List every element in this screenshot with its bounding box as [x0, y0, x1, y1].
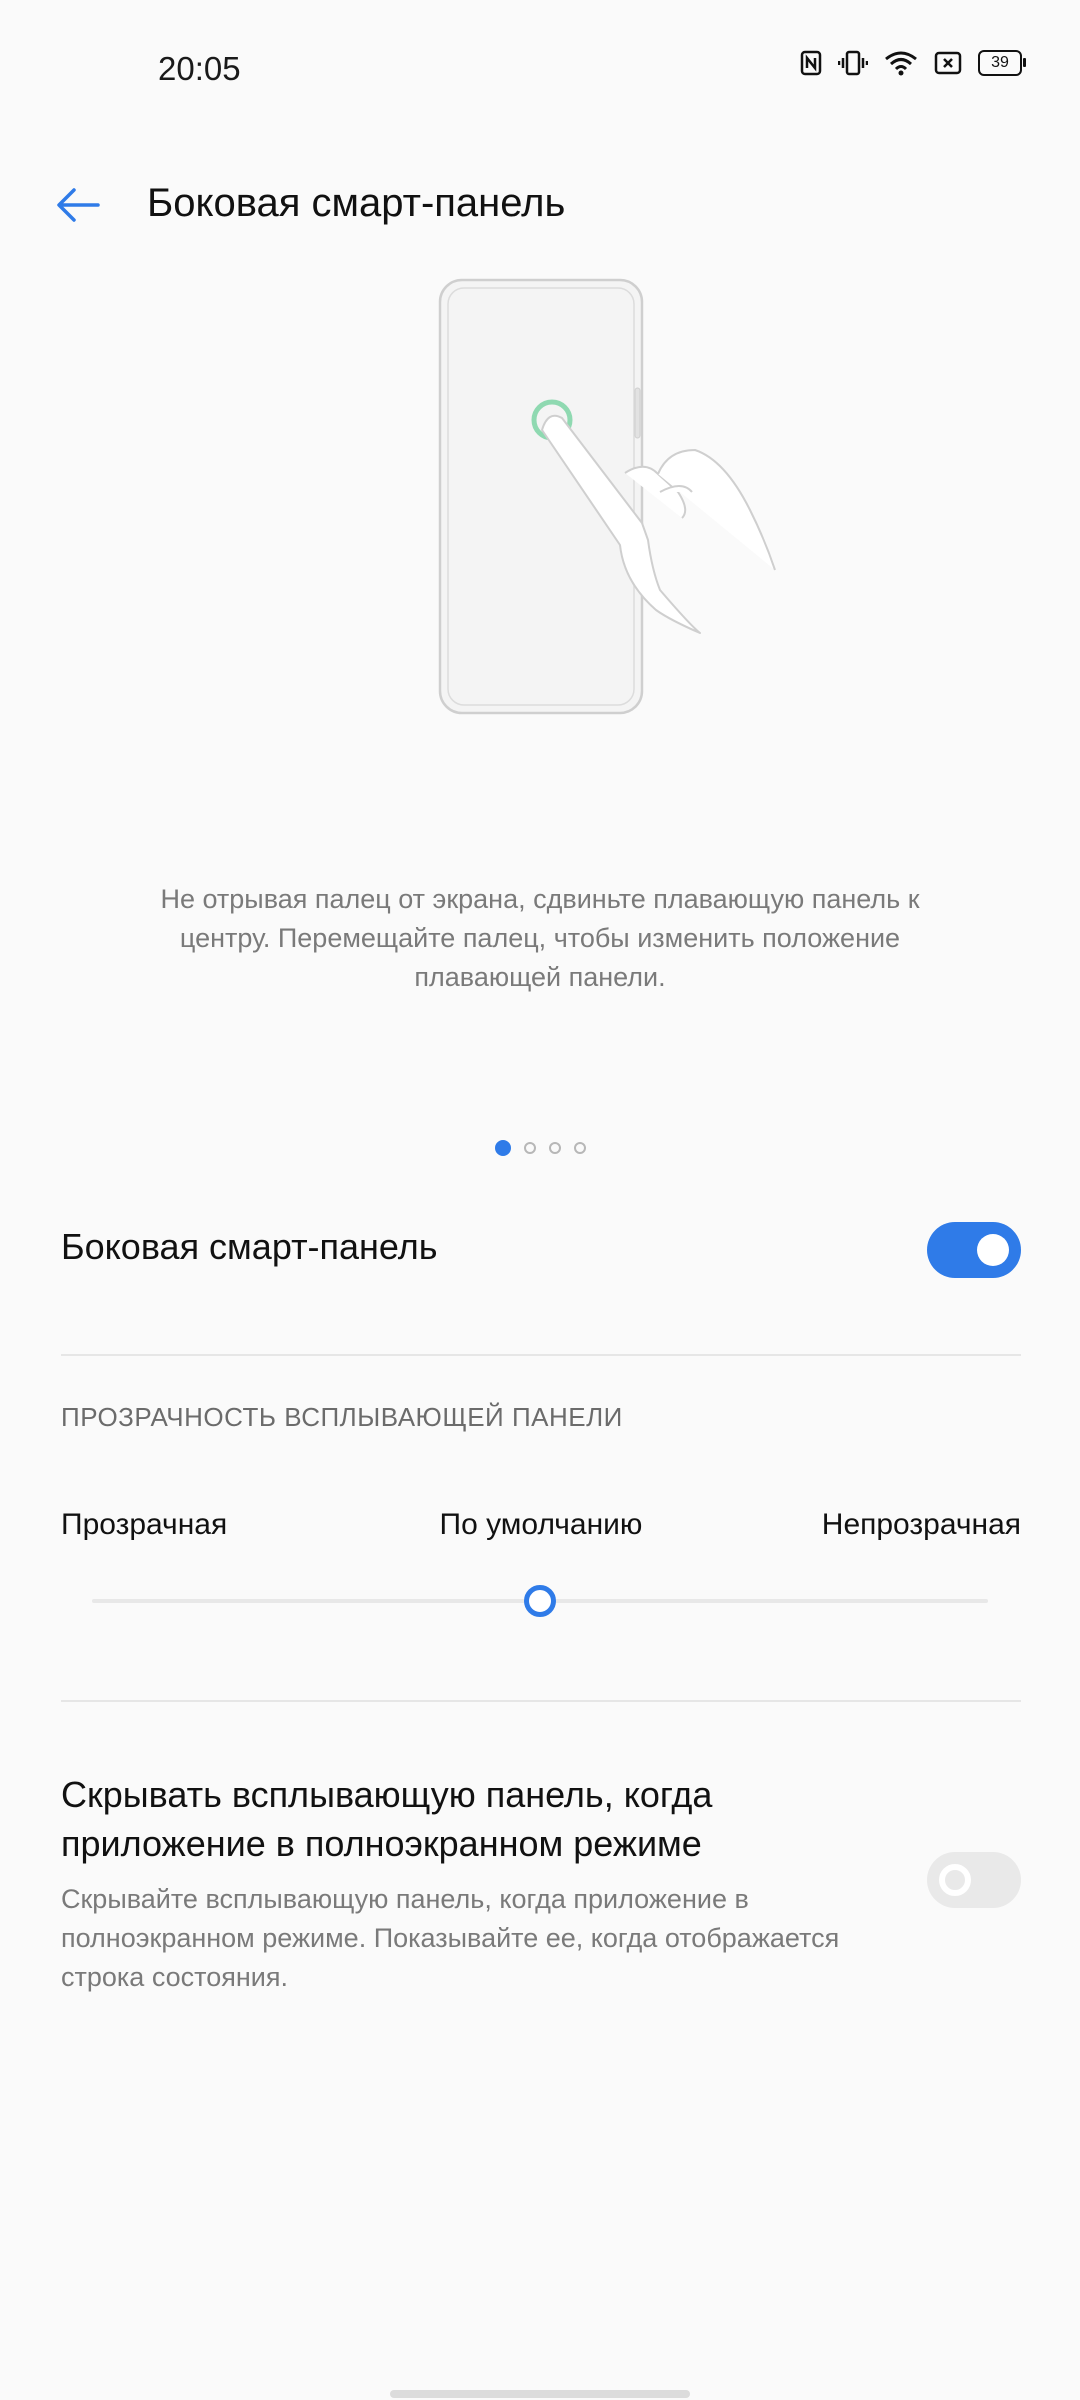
status-bar: 20:05 39 — [0, 0, 1080, 140]
status-icons: 39 — [800, 50, 1026, 76]
transparency-labels: Прозрачная По умолчанию Непрозрачная — [61, 1508, 1021, 1548]
sim-icon — [934, 51, 962, 75]
page-dot-1[interactable] — [494, 1140, 511, 1156]
hide-fullscreen-title: Скрывать всплывающую панель, когда прило… — [61, 1774, 713, 1864]
hide-fullscreen-toggle[interactable] — [927, 1852, 1021, 1908]
back-button[interactable] — [52, 180, 104, 230]
page-dot-2[interactable] — [523, 1142, 536, 1154]
gesture-description: Не отрывая палец от экрана, сдвиньте пла… — [160, 884, 920, 992]
slider-thumb[interactable] — [524, 1585, 556, 1617]
gesture-illustration — [438, 278, 776, 715]
hide-fullscreen-description: Скрывайте всплывающую панель, когда прил… — [61, 1884, 840, 1992]
nfc-icon — [800, 50, 822, 76]
page-indicator — [0, 1140, 1080, 1156]
divider — [61, 1700, 1021, 1702]
status-time: 20:05 — [158, 50, 241, 87]
hide-fullscreen-row[interactable]: Скрывать всплывающую панель, когда прило… — [61, 1770, 1021, 2010]
transparency-slider[interactable] — [92, 1585, 988, 1617]
battery-icon: 39 — [978, 50, 1026, 76]
page-dot-3[interactable] — [548, 1142, 561, 1154]
divider — [61, 1354, 1021, 1356]
app-bar: Боковая смарт-панель — [0, 160, 1080, 250]
smart-panel-row[interactable]: Боковая смарт-панель — [61, 1200, 1021, 1300]
gesture-navigation-bar[interactable] — [390, 2390, 690, 2398]
wifi-icon — [885, 51, 917, 76]
page-dot-4[interactable] — [573, 1142, 586, 1154]
settings-screen: 20:05 39 Боковая смарт-панель Не отрывая… — [0, 0, 1080, 2400]
transparency-section-header: ПРОЗРАЧНОСТЬ ВСПЛЫВАЮЩЕЙ ПАНЕЛИ — [61, 1402, 623, 1432]
arrow-left-icon — [57, 188, 100, 222]
page-title: Боковая смарт-панель — [147, 181, 566, 225]
toggle-knob — [977, 1234, 1009, 1266]
smart-panel-label: Боковая смарт-панель — [61, 1226, 438, 1267]
smart-panel-toggle[interactable] — [927, 1222, 1021, 1278]
vibrate-icon — [838, 50, 868, 76]
toggle-knob — [939, 1864, 971, 1896]
label-opaque: Непрозрачная — [821, 1508, 1021, 1541]
